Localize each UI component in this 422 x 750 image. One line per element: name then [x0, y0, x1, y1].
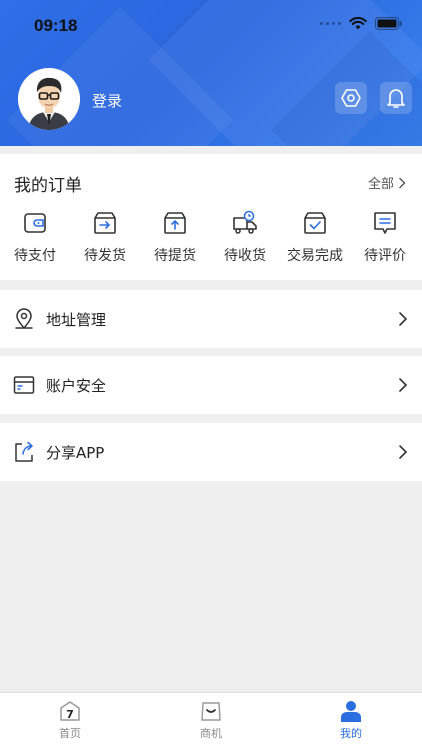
menu-label: 分享APP — [46, 444, 105, 462]
notification-button[interactable] — [380, 82, 412, 114]
share-icon — [15, 441, 33, 462]
order-completed[interactable]: 交易完成 — [280, 210, 350, 265]
profile-header: 09:18 登录 — [0, 0, 422, 146]
orders-title: 我的订单 — [14, 176, 82, 196]
order-label: 待评价 — [364, 248, 406, 264]
order-pending-pickup[interactable]: 待提货 — [140, 210, 210, 265]
chevron-right-icon — [399, 312, 408, 326]
tab-home[interactable]: 7 首页 — [30, 699, 110, 741]
order-label: 待提货 — [154, 248, 196, 264]
status-icons — [320, 17, 402, 30]
home-icon: 7 — [60, 701, 80, 721]
settings-button[interactable] — [335, 82, 367, 114]
menu-label: 地址管理 — [46, 311, 107, 329]
order-pending-review[interactable]: 待评价 — [350, 210, 420, 265]
login-link[interactable]: 登录 — [92, 90, 122, 111]
box-check-icon — [304, 212, 326, 234]
menu-account-security[interactable]: 账户安全 — [0, 356, 422, 414]
avatar-icon — [18, 68, 80, 130]
order-label: 交易完成 — [287, 248, 343, 264]
shopping-bag-icon — [201, 702, 221, 721]
order-label: 待发货 — [84, 248, 126, 264]
avatar[interactable] — [18, 68, 80, 130]
orders-all-link[interactable]: 全部 — [368, 173, 406, 192]
wallet-icon — [24, 213, 46, 233]
user-icon — [341, 701, 361, 722]
truck-icon — [233, 210, 257, 234]
tab-bar: 7 首页 商机 我的 — [0, 692, 422, 750]
location-icon — [15, 308, 33, 329]
chevron-right-icon — [399, 378, 408, 392]
chevron-right-icon — [399, 177, 406, 188]
settings-icon — [341, 89, 361, 107]
comment-icon — [374, 212, 396, 234]
bell-icon — [387, 89, 405, 108]
chevron-right-icon — [399, 445, 408, 459]
tab-mine[interactable]: 我的 — [311, 699, 391, 741]
battery-icon — [375, 17, 402, 30]
home-icon-text: 7 — [66, 708, 74, 721]
box-out-icon — [94, 212, 116, 234]
order-label: 待收货 — [224, 248, 266, 264]
menu-address-management[interactable]: 地址管理 — [0, 290, 422, 348]
order-pending-shipment[interactable]: 待发货 — [70, 210, 140, 265]
tab-opportunities[interactable]: 商机 — [171, 699, 251, 741]
tab-label: 商机 — [200, 727, 222, 740]
order-pending-receipt[interactable]: 待收货 — [210, 210, 280, 265]
wifi-icon — [349, 17, 367, 30]
card-icon — [13, 376, 35, 394]
status-bar: 09:18 — [0, 0, 422, 50]
menu-label: 账户安全 — [46, 377, 107, 395]
order-label: 待支付 — [14, 248, 56, 264]
box-up-icon — [164, 212, 186, 234]
order-pending-payment[interactable]: 待支付 — [0, 210, 70, 265]
tab-label: 我的 — [340, 727, 362, 740]
status-time: 09:18 — [34, 16, 78, 35]
menu-share-app[interactable]: 分享APP — [0, 423, 422, 481]
orders-card: 我的订单 全部 待支付 待发货 待提货 待收货 交易完成 待评价 — [0, 154, 422, 280]
tab-label: 首页 — [59, 727, 81, 740]
orders-all-label: 全部 — [367, 177, 394, 192]
signal-icon — [320, 22, 341, 25]
